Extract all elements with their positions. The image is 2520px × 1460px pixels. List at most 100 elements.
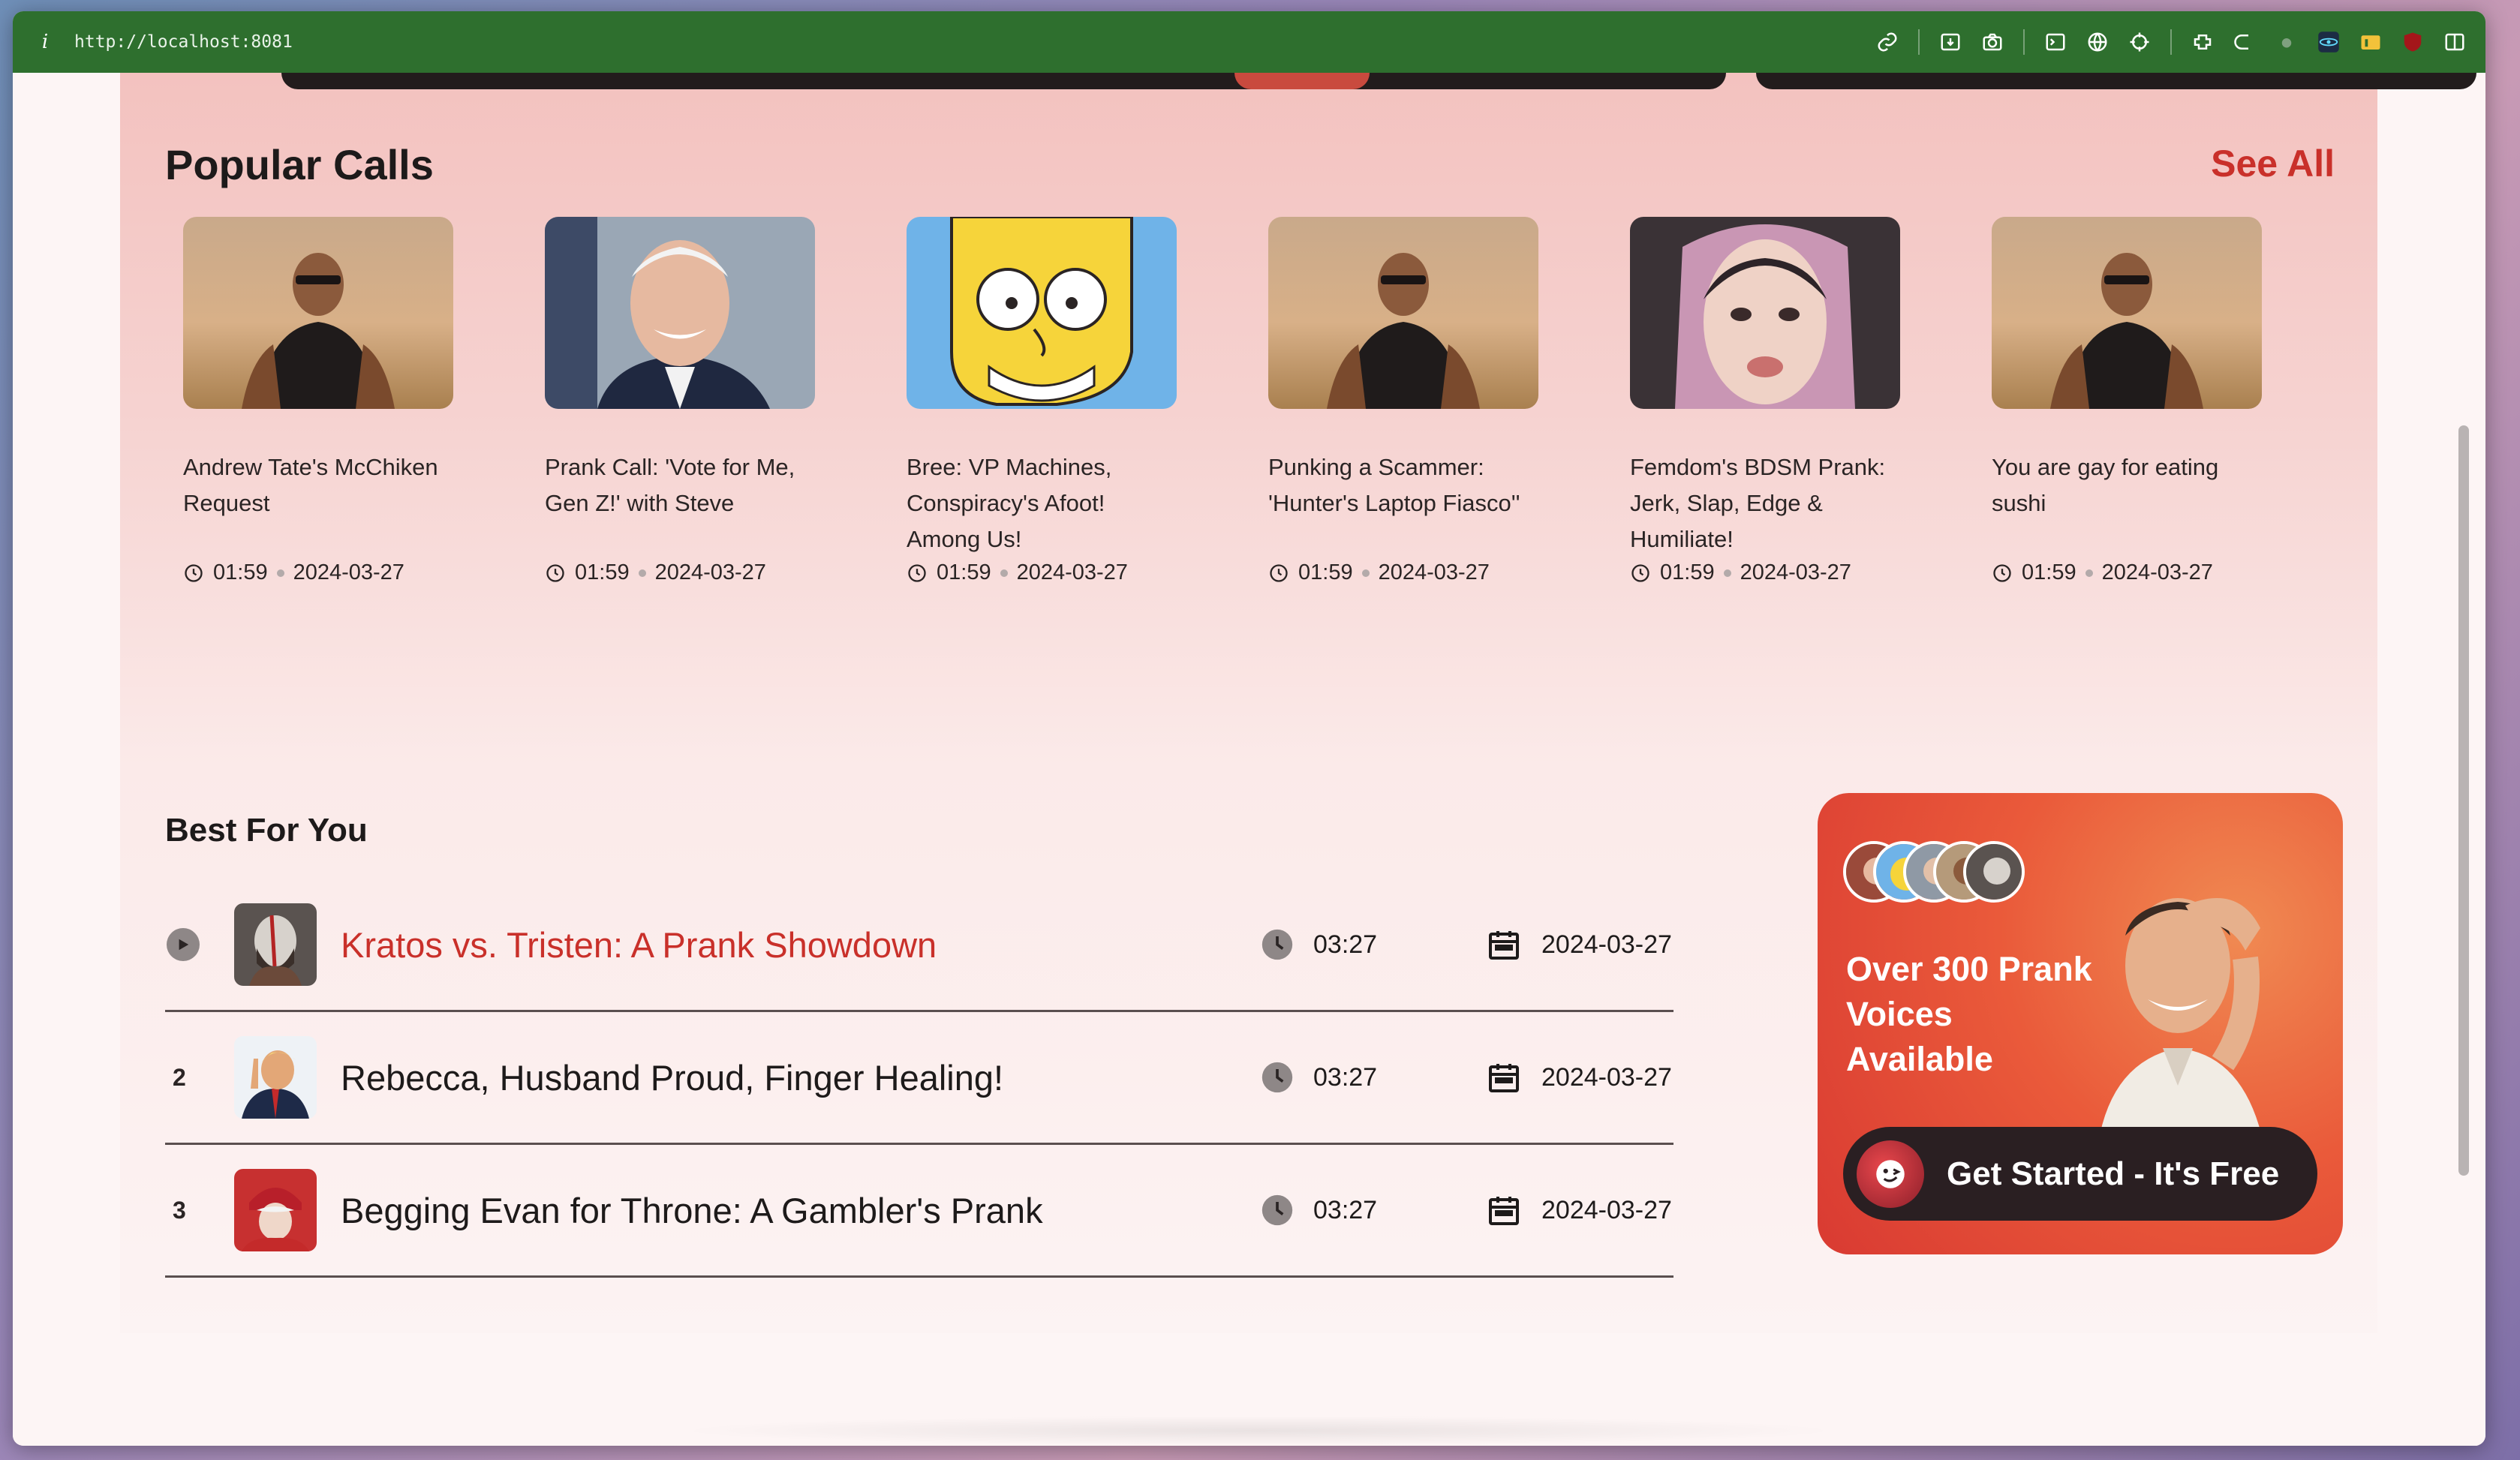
clock-icon: [1262, 1194, 1293, 1226]
call-meta: 01:59 2024-03-27: [907, 560, 1177, 585]
clock-icon: [1262, 929, 1293, 960]
meta-separator: [276, 569, 284, 577]
call-title[interactable]: You are gay for eating sushi: [1992, 449, 2262, 557]
get-started-label: Get Started - It's Free: [1947, 1155, 2280, 1192]
toolbar-divider: [1918, 29, 1920, 55]
laughing-man-illustration: [2065, 838, 2290, 1168]
main-content: Popular Calls See All Andrew Tate's McCh…: [120, 73, 2476, 1333]
meta-separator: [1000, 569, 1008, 577]
call-date: 2024-03-27: [1740, 560, 1851, 584]
react-icon[interactable]: [2317, 31, 2340, 53]
camera-icon[interactable]: [1981, 31, 2004, 53]
call-duration: 01:59: [937, 560, 991, 584]
folder-icon[interactable]: [2359, 31, 2382, 53]
call-meta: 01:59 2024-03-27: [1992, 560, 2262, 585]
see-all-link[interactable]: See All: [2211, 142, 2335, 185]
call-duration: 01:59: [2022, 560, 2076, 584]
call-title[interactable]: Prank Call: 'Vote for Me, Gen Z!' with S…: [545, 449, 815, 557]
call-title[interactable]: Bree: VP Machines, Conspiracy's Afoot! A…: [907, 449, 1177, 557]
hero-banner-secondary-bottom[interactable]: [1756, 73, 2476, 89]
best-for-you-title: Best For You: [165, 812, 368, 849]
call-thumbnail[interactable]: [1268, 217, 1538, 409]
call-card[interactable]: Bree: VP Machines, Conspiracy's Afoot! A…: [907, 217, 1177, 585]
toolbar-divider: [2023, 29, 2025, 55]
list-item-title[interactable]: Kratos vs. Tristen: A Prank Showdown: [341, 924, 1241, 966]
toolbar-divider: [2170, 29, 2172, 55]
list-item-title[interactable]: Rebecca, Husband Proud, Finger Healing!: [341, 1057, 1241, 1098]
calendar-icon: [1489, 1197, 1519, 1225]
date-text: 2024-03-27: [1541, 1195, 1672, 1224]
call-title[interactable]: Punking a Scammer: 'Hunter's Laptop Fias…: [1268, 449, 1538, 557]
date-text: 2024-03-27: [1541, 1062, 1672, 1092]
clock-icon: [185, 563, 203, 582]
rank-number: 3: [173, 1196, 186, 1224]
call-card[interactable]: Prank Call: 'Vote for Me, Gen Z!' with S…: [545, 217, 815, 585]
popular-calls-title: Popular Calls: [165, 141, 434, 188]
extension-icon[interactable]: [2191, 31, 2214, 53]
address-bar[interactable]: http://localhost:8081: [74, 32, 293, 52]
call-duration: 01:59: [1660, 560, 1715, 584]
promo-headline: Over 300 Prank Voices Available: [1846, 950, 2092, 1078]
prank-face-icon: [1857, 1140, 1924, 1208]
call-card[interactable]: Punking a Scammer: 'Hunter's Laptop Fias…: [1268, 217, 1538, 585]
promo-avatar-stack: [1843, 841, 2025, 903]
promo-banner[interactable]: Over 300 Prank Voices Available Get Star…: [1818, 793, 2343, 1254]
hero-banner-bottom[interactable]: [281, 73, 1726, 89]
best-list: Kratos vs. Tristen: A Prank Showdown 03:…: [165, 879, 1673, 1278]
list-item-date: 2024-03-27: [1486, 1192, 1672, 1228]
avatar: [1963, 841, 2025, 903]
call-date: 2024-03-27: [2101, 560, 2213, 584]
call-title[interactable]: Andrew Tate's McChiken Request: [183, 449, 453, 557]
calendar-icon: [1489, 1064, 1519, 1092]
call-thumbnail[interactable]: [545, 217, 815, 409]
page: Popular Calls See All Andrew Tate's McCh…: [13, 73, 2485, 1446]
call-thumbnail[interactable]: [183, 217, 453, 409]
meta-separator: [2085, 569, 2093, 577]
terminal-icon[interactable]: [2044, 31, 2067, 53]
ublock-icon[interactable]: [2401, 31, 2424, 53]
call-meta: 01:59 2024-03-27: [1268, 560, 1538, 585]
list-item[interactable]: Kratos vs. Tristen: A Prank Showdown 03:…: [165, 879, 1673, 1012]
call-duration: 01:59: [575, 560, 630, 584]
call-date: 2024-03-27: [1378, 560, 1490, 584]
globe-icon[interactable]: [2086, 31, 2109, 53]
list-item[interactable]: 3 Begging Evan for Throne: A Gambler's P…: [165, 1145, 1673, 1278]
toolbar-icons: [1876, 29, 2466, 55]
css-icon[interactable]: [2233, 31, 2256, 53]
info-icon[interactable]: i: [32, 31, 58, 53]
call-date: 2024-03-27: [1016, 560, 1128, 584]
call-meta: 01:59 2024-03-27: [183, 560, 453, 585]
page-scrollbar[interactable]: [2458, 425, 2469, 1176]
call-card[interactable]: Andrew Tate's McChiken Request 01:59 202…: [183, 217, 453, 585]
call-thumbnail[interactable]: [1630, 217, 1900, 409]
call-duration: 01:59: [213, 560, 268, 584]
list-item-date: 2024-03-27: [1486, 927, 1672, 963]
clock-icon: [1993, 563, 2011, 582]
avatar: [234, 903, 317, 986]
duration-text: 03:27: [1313, 930, 1378, 959]
link-icon[interactable]: [1876, 31, 1899, 53]
crosshair-icon[interactable]: [2128, 31, 2151, 53]
call-title[interactable]: Femdom's BDSM Prank: Jerk, Slap, Edge & …: [1630, 449, 1900, 557]
list-item-date: 2024-03-27: [1486, 1059, 1672, 1095]
call-card[interactable]: You are gay for eating sushi 01:59 2024-…: [1992, 217, 2262, 585]
meta-separator: [1361, 569, 1370, 577]
download-icon[interactable]: [1939, 31, 1962, 53]
get-started-button[interactable]: Get Started - It's Free: [1843, 1127, 2317, 1221]
meta-separator: [638, 569, 646, 577]
clock-icon: [1262, 1062, 1293, 1093]
sidebar-icon[interactable]: [2443, 31, 2466, 53]
bug-icon[interactable]: [2275, 31, 2298, 53]
clock-icon: [1270, 563, 1288, 582]
call-thumbnail[interactable]: [907, 217, 1177, 409]
clock-icon: [908, 563, 926, 582]
play-icon[interactable]: [167, 928, 200, 961]
avatar: [234, 1036, 317, 1119]
duration-text: 03:27: [1313, 1062, 1378, 1092]
call-card[interactable]: Femdom's BDSM Prank: Jerk, Slap, Edge & …: [1630, 217, 1900, 585]
call-duration: 01:59: [1298, 560, 1353, 584]
list-item[interactable]: 2 Rebecca, Husband Proud, Finger Healing…: [165, 1012, 1673, 1145]
browser-toolbar: i http://localhost:8081: [13, 11, 2485, 73]
call-thumbnail[interactable]: [1992, 217, 2262, 409]
list-item-title[interactable]: Begging Evan for Throne: A Gambler's Pra…: [341, 1190, 1241, 1231]
